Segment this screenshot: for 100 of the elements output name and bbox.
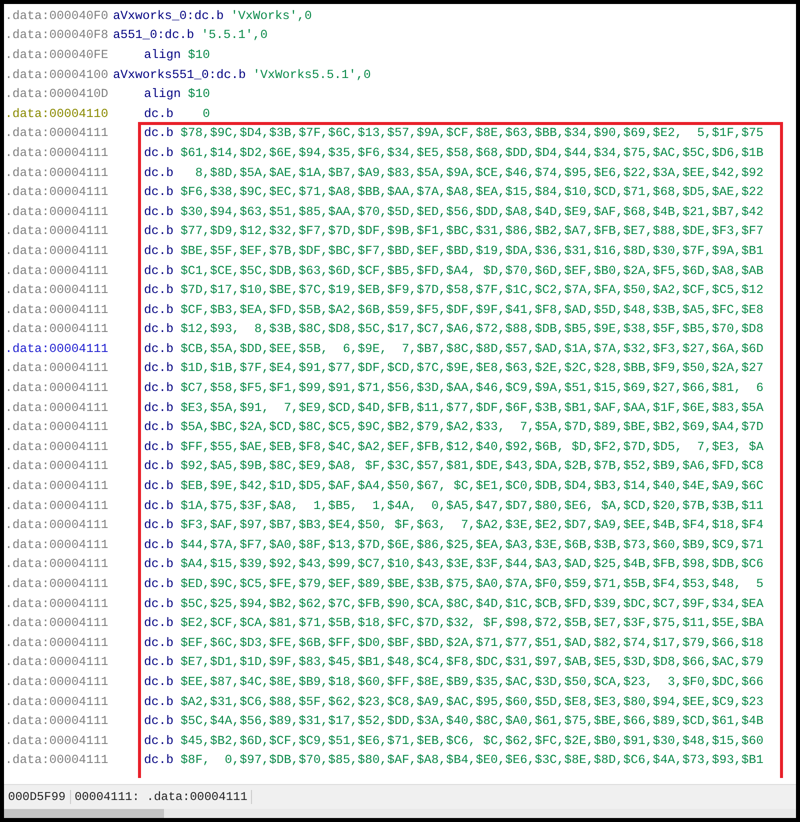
operand: 0	[202, 106, 210, 121]
line-address: .data:00004111	[4, 302, 110, 317]
mnemonic: dc.b	[144, 479, 174, 494]
line-address: .data:0000410D	[4, 87, 110, 102]
line-address: .data:00004111	[4, 616, 110, 630]
mnemonic: dc.b	[144, 361, 174, 376]
line-address: .data:00004111	[4, 204, 110, 219]
line-address: .data:00004111	[4, 361, 110, 376]
label-name: aVxworks551_0:	[113, 68, 216, 82]
mnemonic: dc.b	[144, 185, 174, 200]
line-address: .data:000040F8	[4, 28, 110, 42]
mnemonic: dc.b	[144, 224, 174, 238]
operand: $30,$94,$63,$51,$85,$AA,$70,$5D,$ED,$56,$DD,$A8,$4D,$E9,$AF,$68,$4B,$21,$B7,$42	[180, 204, 764, 219]
line-address: .data:00004111	[4, 459, 110, 474]
line-address: .data:00004111	[4, 734, 110, 748]
mnemonic: dc.b	[164, 28, 194, 42]
status-location: 00004111: .data:00004111	[70, 790, 252, 804]
line-address: .data:00004111	[4, 440, 110, 454]
operand: $7D,$17,$10,$BE,$7C,$19,$EB,$F9,$7D,$58,$7F,$1C,$C2,$7A,$FA,$50,$A2,$CF,$C5,$12	[180, 283, 764, 298]
line-address: .data:00004111	[4, 714, 110, 728]
line-address: .data:00004111	[4, 420, 110, 434]
mnemonic: dc.b	[144, 538, 174, 552]
operand: 'VxWorks',0	[230, 8, 312, 23]
mnemonic: dc.b	[144, 440, 174, 454]
mnemonic: dc.b	[144, 714, 174, 728]
mnemonic: dc.b	[144, 577, 174, 592]
operand: 8,$8D,$5A,$AE,$1A,$B7,$A9,$83,$5A,$9A,$CE,$46,$74,$95,$E6,$22,$3A,$EE,$42,$92	[194, 166, 764, 180]
mnemonic: dc.b	[144, 400, 174, 415]
operand: $FF,$55,$AE,$EB,$F8,$4C,$A2,$EF,$FB,$12,$40,$92,$6B, $D,$F2,$7D,$D5, 7,$E3, $A	[180, 440, 764, 454]
operand: 'VxWorks5.5.1',0	[252, 68, 371, 82]
mnemonic: dc.b	[144, 753, 174, 768]
label-name: a551_0:	[113, 28, 165, 42]
mnemonic: dc.b	[144, 734, 174, 748]
operand: $C1,$CE,$5C,$DB,$63,$6D,$CF,$B5,$FD,$A4, $D,$70,$6D,$EF,$B0,$2A,$F5,$6D,$A8,$AB	[180, 264, 764, 278]
line-address: .data:00004111	[4, 224, 110, 238]
mnemonic: dc.b	[144, 283, 174, 298]
line-address: .data:00004111	[4, 185, 110, 200]
label-name: aVxworks_0:	[113, 8, 194, 23]
operand: $5C,$4A,$56,$89,$31,$17,$52,$DD,$3A,$40,$8C,$A0,$61,$75,$BE,$66,$89,$CD,$61,$4B	[180, 714, 764, 728]
mnemonic: dc.b	[144, 459, 174, 474]
status-offset: 000D5F99	[4, 790, 71, 804]
operand: $EB,$9E,$42,$1D,$D5,$AF,$A4,$50,$67, $C,$E1,$C0,$DB,$D4,$B3,$14,$40,$4E,$A9,$6C	[180, 479, 764, 494]
line-address: .data:00004111	[4, 518, 110, 532]
operand: $E3,$5A,$91, 7,$E9,$CD,$4D,$FB,$11,$77,$DF,$6F,$3B,$B1,$AF,$AA,$1F,$6E,$83,$5A	[180, 400, 764, 415]
mnemonic: dc.b	[144, 342, 174, 356]
operand: $EE,$87,$4C,$8E,$B9,$18,$60,$FF,$8E,$B9,$35,$AC,$3D,$50,$CA,$23, 3,$F0,$DC,$66	[180, 674, 764, 689]
mnemonic: dc.b	[144, 126, 174, 140]
line-address: .data:00004111	[4, 479, 110, 494]
operand: $10	[188, 48, 210, 62]
line-address: .data:00004111	[4, 264, 110, 278]
line-address: .data:00004111	[4, 381, 110, 396]
operand: $5C,$25,$94,$B2,$62,$7C,$FB,$90,$CA,$8C,$4D,$1C,$CB,$FD,$39,$DC,$C7,$9F,$34,$EA	[180, 596, 764, 611]
mnemonic: dc.b	[144, 596, 174, 611]
mnemonic: dc.b	[144, 106, 174, 121]
operand: $A2,$31,$C6,$88,$5F,$62,$23,$C8,$A9,$AC,$95,$60,$5D,$E8,$E3,$80,$94,$EE,$C9,$23	[180, 694, 764, 709]
line-address: .data:00004111	[4, 636, 110, 650]
line-address: .data:00004111	[4, 694, 110, 709]
mnemonic: dc.b	[194, 8, 224, 23]
line-address: .data:00004111	[4, 577, 110, 592]
mnemonic: dc.b	[144, 166, 174, 180]
operand: $BE,$5F,$EF,$7B,$DF,$BC,$F7,$BD,$EF,$BD,$19,$DA,$36,$31,$16,$8D,$30,$7F,$9A,$B1	[180, 244, 764, 258]
mnemonic: dc.b	[144, 616, 174, 630]
mnemonic: align	[144, 87, 181, 102]
operand: $CF,$B3,$EA,$FD,$5B,$A2,$6B,$59,$F5,$DF,$9F,$41,$F8,$AD,$5D,$48,$3B,$A5,$FC,$E8	[180, 302, 764, 317]
operand: $44,$7A,$F7,$A0,$8F,$13,$7D,$6E,$86,$25,$EA,$A3,$3E,$6B,$3B,$73,$60,$B9,$C9,$71	[180, 538, 764, 552]
horizontal-scrollbar[interactable]	[4, 809, 796, 818]
operand: $1A,$75,$3F,$A8, 1,$B5, 1,$4A, 0,$A5,$47,$D7,$80,$E6, $A,$CD,$20,$7B,$3B,$11	[180, 498, 764, 513]
operand: $C7,$58,$F5,$F1,$99,$91,$71,$56,$3D,$AA,$46,$C9,$9A,$51,$15,$69,$27,$66,$81, 6	[180, 381, 764, 396]
operand: $F3,$AF,$97,$B7,$B3,$E4,$50, $F,$63, 7,$A2,$3E,$E2,$D7,$A9,$EE,$4B,$F4,$18,$F4	[180, 518, 764, 532]
operand: $5A,$BC,$2A,$CD,$8C,$C5,$9C,$B2,$79,$A2,$33, 7,$5A,$7D,$89,$BE,$B2,$69,$A4,$7D	[180, 420, 764, 434]
operand: $45,$B2,$6D,$CF,$C9,$51,$E6,$71,$EB,$C6, $C,$62,$FC,$2E,$B0,$91,$30,$48,$15,$60	[180, 734, 764, 748]
mnemonic: dc.b	[144, 557, 174, 572]
line-address: .data:00004111	[4, 596, 110, 611]
mnemonic: dc.b	[144, 636, 174, 650]
line-address: .data:00004111	[4, 557, 110, 572]
operand: $1D,$1B,$7F,$E4,$91,$77,$DF,$CD,$7C,$9E,$E8,$63,$2E,$2C,$28,$BB,$F9,$50,$2A,$27	[180, 361, 764, 376]
line-address: .data:000040FE	[4, 48, 110, 62]
mnemonic: dc.b	[144, 381, 174, 396]
mnemonic: dc.b	[144, 674, 174, 689]
operand: $77,$D9,$12,$32,$F7,$7D,$DF,$9B,$F1,$BC,$31,$86,$B2,$A7,$FB,$E7,$88,$DE,$F3,$F7	[180, 224, 764, 238]
mnemonic: dc.b	[144, 264, 174, 278]
line-address: .data:00004111	[4, 342, 110, 356]
line-address: .data:00004111	[4, 283, 110, 298]
line-address: .data:00004111	[4, 655, 110, 670]
line-address: .data:00004111	[4, 244, 110, 258]
operand: $8F, 0,$97,$DB,$70,$85,$80,$AF,$A8,$B4,$E0,$E6,$3C,$8E,$8D,$C6,$4A,$73,$93,$B1	[180, 753, 764, 768]
line-address: .data:00004110	[4, 106, 110, 121]
line-address: .data:00004111	[4, 322, 110, 336]
operand: $EF,$6C,$D3,$FE,$6B,$FF,$D0,$BF,$BD,$2A,$71,$77,$51,$AD,$82,$74,$17,$79,$66,$18	[180, 636, 764, 650]
line-address: .data:00004111	[4, 498, 110, 513]
line-address: .data:00004111	[4, 166, 110, 180]
operand: $E2,$CF,$CA,$81,$71,$5B,$18,$FC,$7D,$32, $F,$98,$72,$5B,$E7,$3F,$75,$11,$5E,$BA	[180, 616, 764, 630]
operand: $10	[188, 87, 210, 102]
mnemonic: dc.b	[144, 518, 174, 532]
mnemonic: dc.b	[144, 322, 174, 336]
line-address: .data:00004111	[4, 753, 110, 768]
operand: $12,$93, 8,$3B,$8C,$D8,$5C,$17,$C7,$A6,$72,$88,$DB,$B5,$9E,$38,$5F,$B5,$70,$D8	[180, 322, 764, 336]
operand: '5.5.1',0	[201, 28, 268, 42]
mnemonic: dc.b	[216, 68, 246, 82]
line-address: .data:00004100	[4, 68, 110, 82]
